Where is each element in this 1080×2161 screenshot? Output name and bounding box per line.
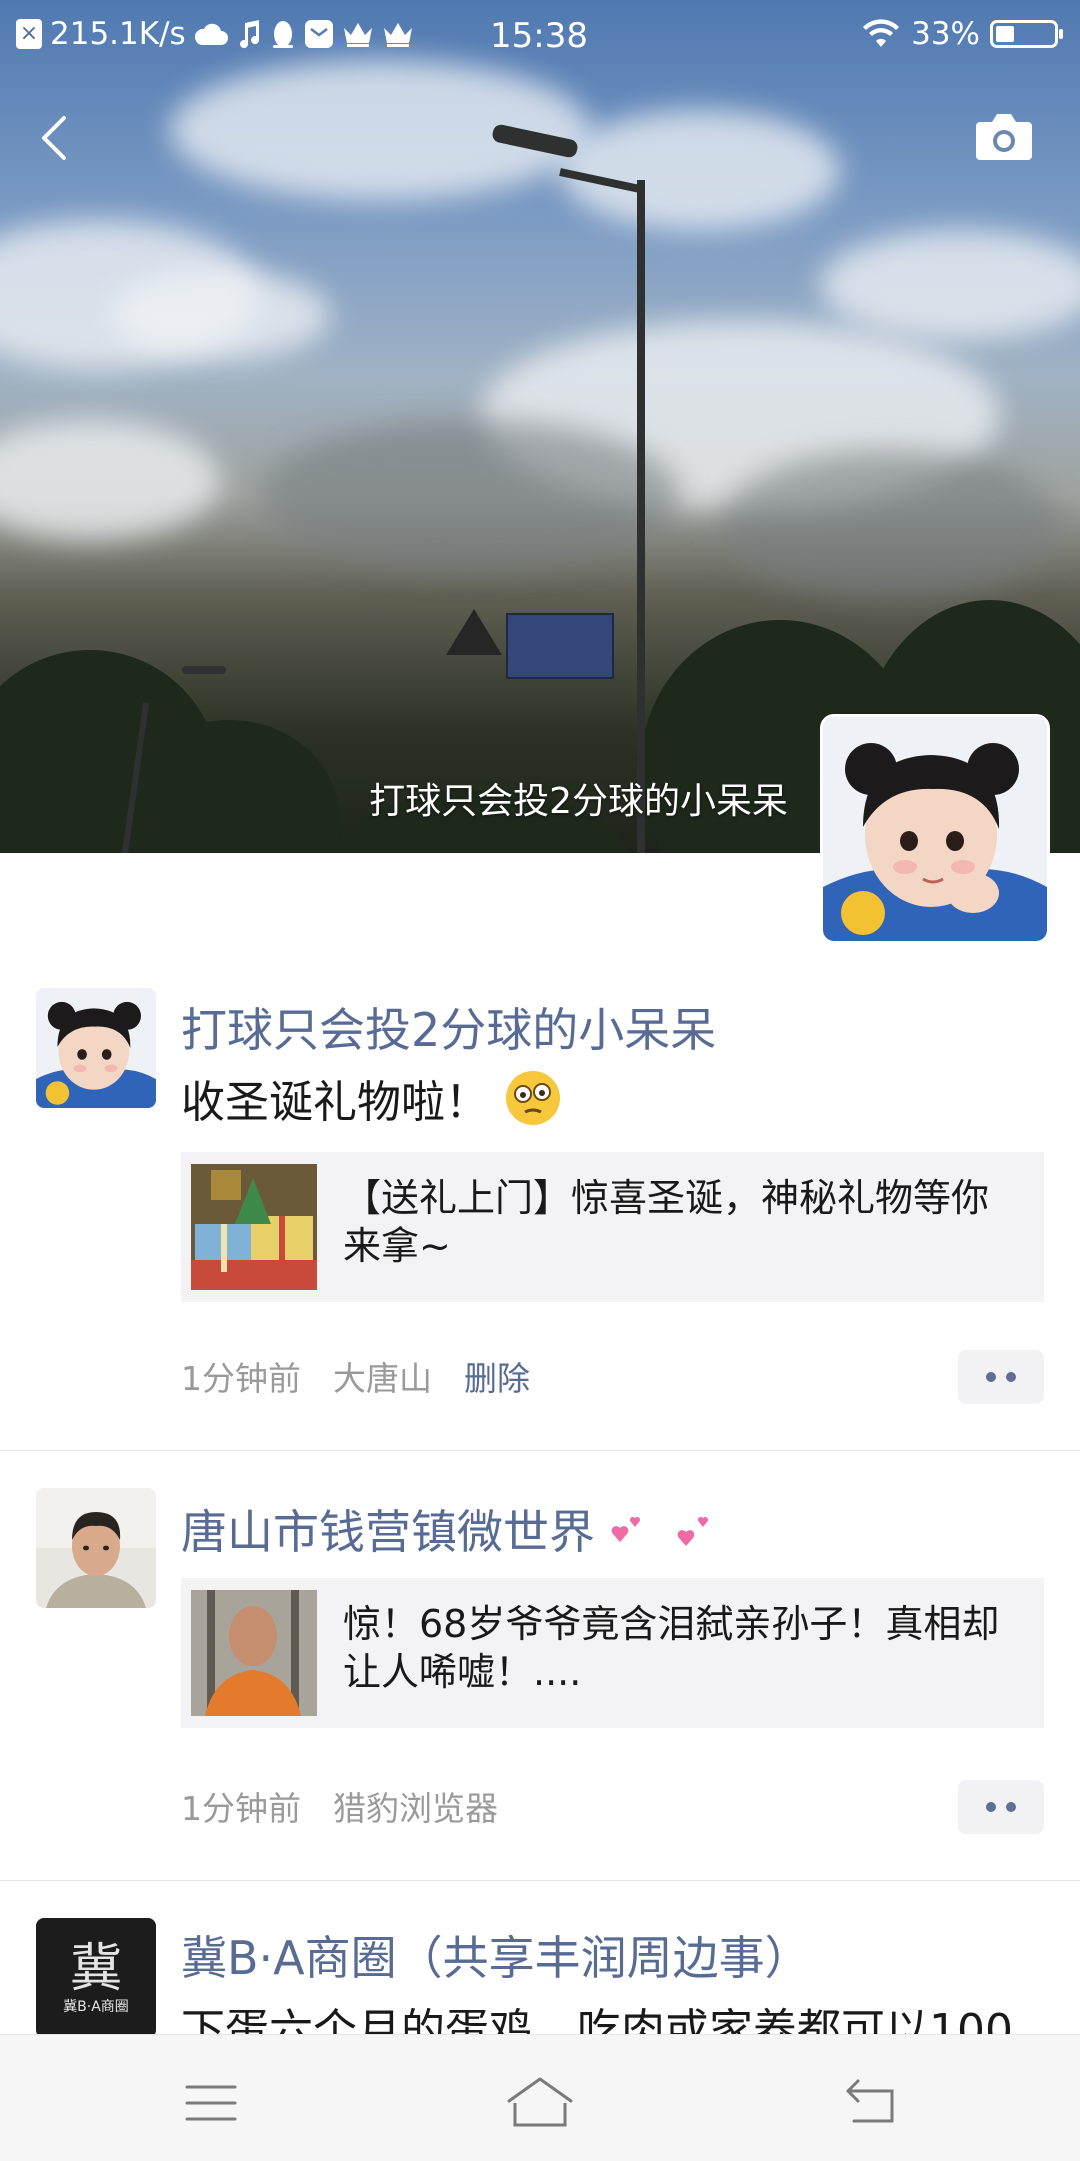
- man-portrait-image: [36, 1488, 156, 1608]
- avatar-logo-text: 冀: [69, 1939, 122, 1999]
- crown-icon: [342, 16, 374, 52]
- clock: 15:38: [490, 16, 588, 56]
- road-sign: [506, 613, 614, 679]
- dizzy-face-emoji: [506, 1071, 560, 1125]
- post-avatar[interactable]: [36, 988, 156, 1108]
- post-avatar[interactable]: 冀 冀B·A商圈: [36, 1918, 156, 2038]
- profile-nickname: 打球只会投2分球的小呆呆: [369, 781, 788, 822]
- share-title: 【送礼上门】惊喜圣诞，神秘礼物等你来拿~: [343, 1176, 990, 1268]
- mail-icon: [304, 16, 334, 52]
- dot-icon: [1006, 1802, 1016, 1812]
- battery-icon: [990, 20, 1063, 48]
- profile-avatar[interactable]: [820, 714, 1050, 944]
- delete-button[interactable]: 删除: [464, 1352, 530, 1400]
- post-author-name[interactable]: 打球只会投2分球的小呆呆: [181, 994, 716, 1060]
- home-button[interactable]: [505, 2073, 573, 2133]
- heart-emoji: [677, 1516, 709, 1546]
- cloud: [820, 230, 1080, 340]
- post-meta: 1分钟前 猎豹浏览器: [181, 1782, 498, 1830]
- system-navigation-bar: [0, 2034, 1080, 2161]
- feed-post: 冀 冀B·A商圈 冀B·A商圈（共享丰润周边事） 下蛋六个月的蛋鸡，吃肉或家养都…: [0, 1880, 1080, 2056]
- child-portrait-image: [823, 717, 1047, 941]
- share-card[interactable]: 惊！68岁爷爷竟含泪弑亲孙子！真相却让人唏嘘！....: [181, 1578, 1044, 1728]
- elderly-man-image: [191, 1590, 317, 1716]
- share-thumbnail: [191, 1590, 317, 1716]
- more-actions-button[interactable]: [958, 1780, 1044, 1834]
- more-actions-button[interactable]: [958, 1350, 1044, 1404]
- heart-emoji: [611, 1516, 641, 1542]
- gift-boxes-image: [191, 1164, 317, 1290]
- share-thumbnail: [191, 1164, 317, 1290]
- camera-button[interactable]: [974, 112, 1034, 164]
- lamp-pole: [637, 180, 645, 853]
- post-avatar[interactable]: [36, 1488, 156, 1608]
- cloud-icon: [194, 16, 228, 52]
- avatar-caption: 冀B·A商圈: [63, 1999, 129, 2015]
- post-text: 收圣诞礼物啦！: [181, 1066, 563, 1130]
- music-icon: [236, 16, 262, 52]
- cloud: [0, 420, 220, 540]
- penguin-icon: [270, 16, 296, 52]
- post-time: 1分钟前: [181, 1359, 301, 1398]
- post-meta: 1分钟前 大唐山 删除: [181, 1352, 530, 1400]
- wifi-icon: [861, 16, 901, 52]
- post-time: 1分钟前: [181, 1789, 301, 1828]
- camera-icon: [976, 114, 1032, 160]
- menu-button[interactable]: [181, 2073, 241, 2133]
- post-source[interactable]: 猎豹浏览器: [333, 1782, 498, 1830]
- back-icon: [846, 2079, 894, 2123]
- status-bar: × 215.1K/s 15:38 33%: [0, 0, 1080, 74]
- share-card[interactable]: 【送礼上门】惊喜圣诞，神秘礼物等你来拿~: [181, 1152, 1044, 1302]
- crown-icon: [382, 16, 414, 52]
- share-title: 惊！68岁爷爷竟含泪弑亲孙子！真相却让人唏嘘！....: [343, 1602, 1000, 1694]
- feed-post: 唐山市钱营镇微世界 惊！68岁爷爷竟含泪弑亲孙子！真相却让人唏嘘！.... 1分…: [0, 1450, 1080, 1881]
- cloud: [720, 450, 1060, 600]
- post-author-name[interactable]: 冀B·A商圈（共享丰润周边事）: [181, 1922, 811, 1988]
- menu-icon: [185, 2085, 237, 2121]
- lamp-head: [182, 666, 226, 674]
- net-speed: 215.1K/s: [50, 16, 186, 52]
- cloud: [260, 420, 680, 570]
- close-icon: ×: [16, 19, 42, 49]
- dot-icon: [1006, 1372, 1016, 1382]
- post-text-content: 收圣诞礼物啦！: [181, 1077, 489, 1128]
- warning-sign: [446, 609, 502, 655]
- home-icon: [507, 2077, 573, 2127]
- dot-icon: [986, 1802, 996, 1812]
- post-location[interactable]: 大唐山: [333, 1352, 432, 1400]
- dot-icon: [986, 1372, 996, 1382]
- back-button[interactable]: [30, 110, 86, 166]
- back-nav-button[interactable]: [840, 2073, 900, 2133]
- feed-post: 打球只会投2分球的小呆呆 收圣诞礼物啦！ 【送礼上门】惊喜圣诞，神秘礼物等你来拿…: [0, 944, 1080, 1451]
- chevron-left-icon: [42, 116, 66, 160]
- child-portrait-image: [36, 988, 156, 1108]
- post-author-name-row: 唐山市钱营镇微世界: [181, 1496, 725, 1562]
- battery-percent: 33%: [911, 16, 980, 52]
- post-author-name[interactable]: 唐山市钱营镇微世界: [181, 1496, 595, 1562]
- cloud: [110, 270, 330, 360]
- cloud: [560, 110, 840, 230]
